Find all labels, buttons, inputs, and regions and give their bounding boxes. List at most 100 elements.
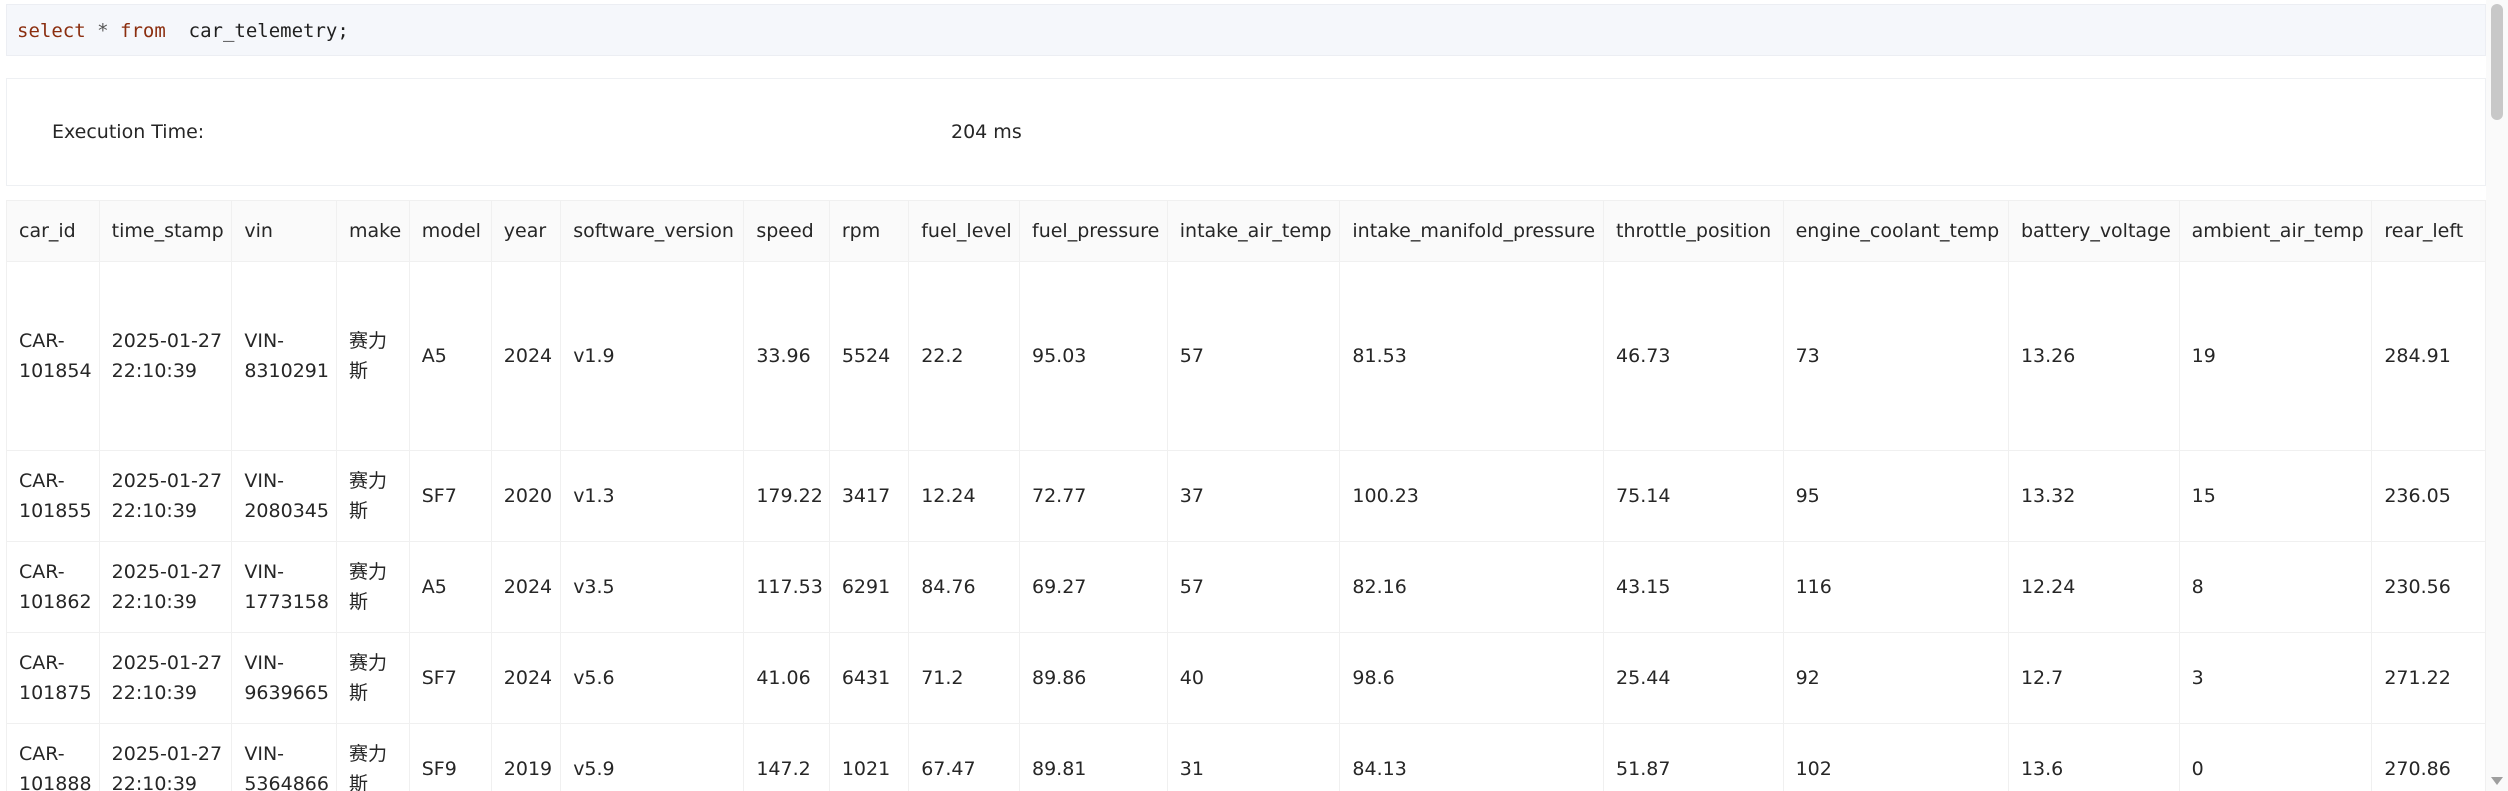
column-header-intake-air-temp[interactable]: intake_air_temp xyxy=(1166,200,1341,262)
table-row: CAR-101855 2025-01-27 22:10:39 VIN-2080345… xyxy=(6,450,2486,542)
table-cell: 2020 xyxy=(490,450,562,542)
table-cell: SF7 xyxy=(408,632,492,724)
table-cell: VIN-5364866 xyxy=(231,723,338,791)
column-header-fuel-pressure[interactable]: fuel_pressure xyxy=(1019,200,1168,262)
table-cell: 2024 xyxy=(490,261,562,451)
table-cell: 284.91 xyxy=(2371,261,2486,451)
column-header-ambient-air-temp[interactable]: ambient_air_temp xyxy=(2178,200,2373,262)
table-cell: 赛力斯 xyxy=(336,541,410,633)
table-row: CAR-101888 2025-01-27 22:10:39 VIN-5364866… xyxy=(6,723,2486,791)
table-cell: 22.2 xyxy=(908,261,1020,451)
table-cell: 102 xyxy=(1782,723,2009,791)
results-table: car_id time_stamp vin make model year software… xyxy=(6,200,2486,791)
table-cell: 270.86 xyxy=(2371,723,2486,791)
table-cell: 116 xyxy=(1782,541,2009,633)
table-cell: 117.53 xyxy=(743,541,830,633)
table-cell: VIN-9639665 xyxy=(231,632,338,724)
table-row: CAR-101875 2025-01-27 22:10:39 VIN-9639665… xyxy=(6,632,2486,724)
table-cell: 41.06 xyxy=(743,632,830,724)
column-header-model[interactable]: model xyxy=(408,200,492,262)
table-cell: 6291 xyxy=(828,541,910,633)
column-header-fuel-level[interactable]: fuel_level xyxy=(908,200,1020,262)
table-cell: 2025-01-27 22:10:39 xyxy=(98,723,233,791)
table-cell: v5.9 xyxy=(560,723,745,791)
table-cell: 2025-01-27 22:10:39 xyxy=(98,450,233,542)
execution-info-panel: Execution Time: 204 ms xyxy=(6,78,2486,186)
execution-time-value: 204 ms xyxy=(951,121,1022,143)
table-cell: 84.76 xyxy=(908,541,1020,633)
table-cell: 赛力斯 xyxy=(336,723,410,791)
table-cell: 81.53 xyxy=(1339,261,1605,451)
table-cell: CAR-101875 xyxy=(6,632,100,724)
scroll-down-arrow-icon[interactable] xyxy=(2491,777,2503,785)
table-cell: 271.22 xyxy=(2371,632,2486,724)
table-cell: 72.77 xyxy=(1019,450,1168,542)
column-header-software-version[interactable]: software_version xyxy=(560,200,745,262)
table-cell: 13.32 xyxy=(2007,450,2180,542)
table-cell: 95.03 xyxy=(1019,261,1168,451)
table-cell: v3.5 xyxy=(560,541,745,633)
table-cell: 89.81 xyxy=(1019,723,1168,791)
table-cell: 2019 xyxy=(490,723,562,791)
column-header-intake-manifold-pressure[interactable]: intake_manifold_pressure xyxy=(1339,200,1605,262)
column-header-rpm[interactable]: rpm xyxy=(828,200,910,262)
execution-time-label: Execution Time: xyxy=(52,121,205,143)
table-cell: 230.56 xyxy=(2371,541,2486,633)
table-cell: 3 xyxy=(2178,632,2373,724)
table-cell: 147.2 xyxy=(743,723,830,791)
table-header-row: car_id time_stamp vin make model year software… xyxy=(6,200,2486,262)
table-cell: 3417 xyxy=(828,450,910,542)
vertical-scrollbar[interactable] xyxy=(2486,0,2508,791)
table-cell: 43.15 xyxy=(1603,541,1784,633)
table-cell: 46.73 xyxy=(1603,261,1784,451)
table-cell: 12.24 xyxy=(2007,541,2180,633)
column-header-battery-voltage[interactable]: battery_voltage xyxy=(2007,200,2180,262)
table-cell: 赛力斯 xyxy=(336,261,410,451)
table-cell: 57 xyxy=(1166,541,1341,633)
table-cell: 15 xyxy=(2178,450,2373,542)
column-header-year[interactable]: year xyxy=(490,200,562,262)
column-header-make[interactable]: make xyxy=(336,200,410,262)
results-table-container[interactable]: car_id time_stamp vin make model year software… xyxy=(6,200,2486,791)
table-cell: 89.86 xyxy=(1019,632,1168,724)
table-cell: CAR-101855 xyxy=(6,450,100,542)
query-table-name: car_telemetry; xyxy=(188,20,349,42)
column-header-rear-left[interactable]: rear_left xyxy=(2371,200,2486,262)
table-cell: 2025-01-27 22:10:39 xyxy=(98,261,233,451)
table-cell: CAR-101854 xyxy=(6,261,100,451)
table-cell: 33.96 xyxy=(743,261,830,451)
table-cell: 84.13 xyxy=(1339,723,1605,791)
column-header-car-id[interactable]: car_id xyxy=(6,200,100,262)
table-cell: 179.22 xyxy=(743,450,830,542)
table-cell: CAR-101888 xyxy=(6,723,100,791)
table-cell: A5 xyxy=(408,261,492,451)
table-cell: v1.3 xyxy=(560,450,745,542)
table-cell: v1.9 xyxy=(560,261,745,451)
table-cell: 25.44 xyxy=(1603,632,1784,724)
column-header-vin[interactable]: vin xyxy=(231,200,338,262)
table-cell: 98.6 xyxy=(1339,632,1605,724)
column-header-throttle-position[interactable]: throttle_position xyxy=(1603,200,1784,262)
scrollbar-thumb[interactable] xyxy=(2491,4,2503,120)
table-cell: 8 xyxy=(2178,541,2373,633)
table-cell: 82.16 xyxy=(1339,541,1605,633)
table-cell: 13.6 xyxy=(2007,723,2180,791)
column-header-engine-coolant-temp[interactable]: engine_coolant_temp xyxy=(1782,200,2009,262)
table-cell: 236.05 xyxy=(2371,450,2486,542)
table-cell: 40 xyxy=(1166,632,1341,724)
table-cell: 69.27 xyxy=(1019,541,1168,633)
table-cell: 13.26 xyxy=(2007,261,2180,451)
table-cell: v5.6 xyxy=(560,632,745,724)
sql-query-editor[interactable]: select * from car_telemetry; xyxy=(6,4,2486,56)
column-header-speed[interactable]: speed xyxy=(743,200,830,262)
table-cell: 57 xyxy=(1166,261,1341,451)
table-cell: 51.87 xyxy=(1603,723,1784,791)
table-row: CAR-101862 2025-01-27 22:10:39 VIN-1773158… xyxy=(6,541,2486,633)
table-row: CAR-101854 2025-01-27 22:10:39 VIN-8310291… xyxy=(6,261,2486,451)
column-header-time-stamp[interactable]: time_stamp xyxy=(98,200,233,262)
table-cell: 0 xyxy=(2178,723,2373,791)
table-cell: 95 xyxy=(1782,450,2009,542)
table-cell: 67.47 xyxy=(908,723,1020,791)
table-cell: 赛力斯 xyxy=(336,450,410,542)
table-cell: SF9 xyxy=(408,723,492,791)
